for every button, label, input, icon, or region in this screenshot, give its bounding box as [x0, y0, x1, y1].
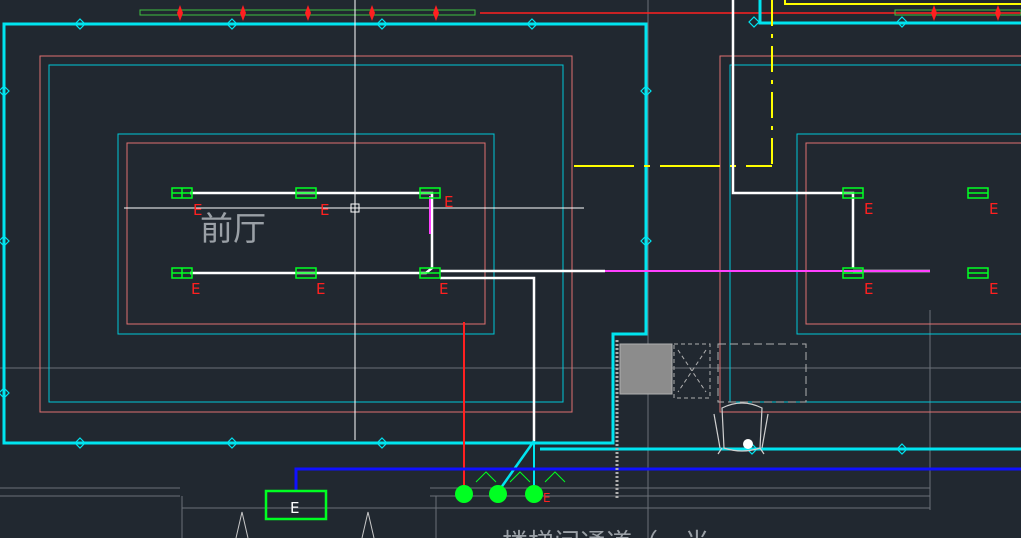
blue-bus-line [294, 467, 1021, 492]
magenta-lines [429, 196, 930, 272]
feeder-lines [463, 322, 536, 493]
fixture-marker: E [864, 280, 873, 298]
equipment-block [615, 340, 807, 498]
fixture-marker: E [316, 280, 325, 298]
downlight [525, 485, 543, 503]
bottom-room-label: 楼梯间通道（一半 [502, 529, 710, 538]
fixture-marker: E [320, 201, 329, 219]
fixture-marker: E [439, 280, 448, 298]
fixture-marker: E [989, 200, 998, 218]
exit-sign-label: E [290, 499, 299, 517]
door-symbols [235, 511, 375, 538]
wall-marks [0, 16, 908, 455]
ceiling-outline-right [719, 55, 1021, 413]
chair-cap [743, 439, 753, 449]
downlight [489, 485, 507, 503]
wall-outline [2, 0, 1021, 451]
fixture-marker: E [444, 193, 453, 211]
cad-drawing-canvas[interactable]: E E E E E E E E E E E 前厅 E [0, 0, 1021, 538]
downlight [455, 485, 473, 503]
fixture-marker: E [864, 200, 873, 218]
reference-lines [0, 0, 1021, 538]
ceiling-outline-left [39, 55, 573, 413]
top-circuit [139, 9, 1021, 16]
room-label: 前厅 [200, 209, 266, 248]
fixture-marker: E [989, 280, 998, 298]
exit-sign[interactable]: E [264, 489, 328, 521]
circuit-lines [190, 0, 930, 441]
fixture-marker: E [191, 280, 200, 298]
crosshair-cursor [124, 0, 584, 440]
chair-symbol [713, 402, 769, 455]
fixture-markers: E E E E E E E E E E E [191, 193, 998, 505]
fixture-marker: E [543, 491, 551, 505]
